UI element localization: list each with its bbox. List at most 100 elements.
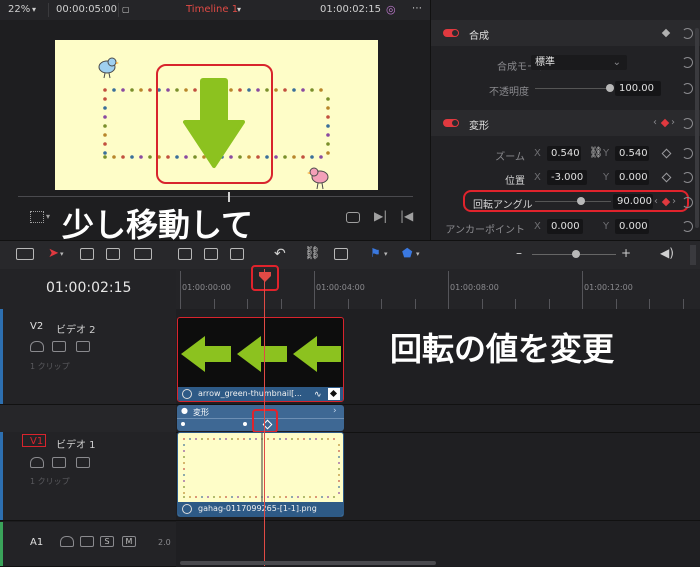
end-icon[interactable]: |◀ — [400, 209, 413, 223]
disable-track-icon[interactable] — [76, 341, 90, 352]
lock-icon[interactable] — [30, 457, 44, 468]
reset-icon[interactable] — [682, 118, 693, 129]
auto-select-icon[interactable] — [52, 341, 66, 352]
transform-section-header[interactable]: 変形 ‹ › — [431, 110, 700, 136]
keyframe-icon[interactable] — [661, 148, 672, 159]
transform-toggle[interactable] — [443, 119, 459, 127]
flag-dropdown-icon[interactable]: ▾ — [384, 250, 388, 258]
rotation-slider[interactable] — [535, 201, 611, 202]
link-icon[interactable]: ⛓ — [589, 146, 603, 159]
next-frame-icon[interactable]: ▶| — [374, 209, 387, 223]
lock-icon[interactable] — [60, 536, 74, 547]
composite-section-header[interactable]: 合成 — [431, 20, 700, 46]
rotation-slider-knob[interactable] — [577, 197, 585, 205]
solo-button[interactable]: S — [100, 536, 114, 547]
opacity-slider[interactable] — [535, 88, 611, 89]
mute-button[interactable]: M — [122, 536, 136, 547]
more-options-icon[interactable]: ⋯ — [412, 3, 422, 14]
audio-level: 2.0 — [158, 538, 171, 547]
auto-select-icon[interactable] — [80, 536, 94, 547]
replace-clip-icon[interactable] — [230, 248, 244, 260]
keyframe-dot[interactable] — [243, 422, 247, 426]
reset-icon[interactable] — [682, 148, 693, 159]
flag-icon[interactable]: ⚑ — [370, 246, 381, 260]
insert-clip-icon[interactable] — [178, 248, 192, 260]
link-clips-icon[interactable]: ⛓ — [304, 246, 321, 261]
lock-icon[interactable] — [30, 341, 44, 352]
loop-icon[interactable] — [346, 212, 360, 223]
next-keyframe-icon[interactable]: › — [671, 117, 675, 128]
playhead-line — [264, 269, 265, 566]
reset-icon[interactable] — [682, 28, 693, 39]
track-id: V1 — [30, 436, 44, 447]
reset-icon[interactable] — [682, 221, 693, 232]
transform-overlay-icon[interactable] — [30, 211, 44, 223]
curve-icon[interactable]: ∿ — [314, 390, 322, 400]
keyframe-icon[interactable] — [661, 28, 671, 38]
dynamic-trim-icon[interactable] — [106, 248, 120, 260]
position-y-field[interactable]: 0.000 — [615, 170, 649, 185]
clip-arrow-green[interactable]: arrow_green-thumbnail[... ∿ — [177, 317, 344, 402]
color-wheel-icon[interactable]: ◎ — [386, 3, 396, 16]
reset-icon[interactable] — [682, 172, 693, 183]
ruler-label: 01:00:00:00 — [182, 283, 231, 292]
timeline-ruler[interactable]: 01:00:00:00 01:00:04:00 01:00:08:00 01:0… — [176, 265, 700, 309]
arrow-thumbnail — [181, 336, 341, 372]
anchor-y-field[interactable]: 0.000 — [615, 219, 649, 234]
zoom-x-field[interactable]: 0.540 — [547, 146, 581, 161]
disable-track-icon[interactable] — [76, 457, 90, 468]
marker-icon[interactable]: ⬟ — [402, 246, 412, 260]
opacity-field[interactable]: 100.00 — [615, 81, 661, 96]
selection-tool-icon[interactable]: ➤ — [48, 246, 59, 261]
reset-icon[interactable] — [682, 197, 693, 208]
reset-icon[interactable] — [682, 83, 693, 94]
anchor-label: アンカーポイント — [445, 225, 525, 236]
edit-toolbar: ➤ ▾ ↶ ⛓ ⚑ ▾ ⬟ ▾ – + ◀) — [0, 240, 700, 270]
reset-icon[interactable] — [682, 57, 693, 68]
timeline-chevron-icon[interactable]: ▾ — [237, 5, 241, 14]
overlay-dropdown-icon[interactable]: ▾ — [46, 212, 50, 221]
opacity-slider-knob[interactable] — [606, 84, 614, 92]
timeline-dropdown-icon[interactable]: ▢ — [122, 5, 130, 14]
keyframe-icon[interactable] — [661, 172, 672, 183]
composite-title: 合成 — [469, 31, 489, 42]
clip-speed-icon — [182, 504, 192, 514]
keyframe-dot[interactable] — [181, 422, 185, 426]
auto-select-icon[interactable] — [52, 457, 66, 468]
inspector-scrollbar[interactable] — [695, 28, 699, 228]
zoom-in-icon[interactable]: + — [621, 246, 631, 260]
marker-dropdown-icon[interactable]: ▾ — [416, 250, 420, 258]
zoom-level[interactable]: 22% — [8, 4, 30, 15]
anchor-x-field[interactable]: 0.000 — [547, 219, 583, 234]
timeline-zoom-knob[interactable] — [572, 250, 580, 258]
position-x-field[interactable]: -3.000 — [547, 170, 587, 185]
keyframe-toggle-icon[interactable] — [328, 388, 340, 400]
overwrite-clip-icon[interactable] — [204, 248, 218, 260]
zoom-y-field[interactable]: 0.540 — [615, 146, 649, 161]
transform-title: 変形 — [469, 121, 489, 132]
timeline-view-icon[interactable] — [16, 248, 34, 260]
timeline-scrollbar[interactable] — [180, 561, 436, 565]
selection-dropdown-icon[interactable]: ▾ — [60, 250, 64, 258]
prev-keyframe-icon[interactable]: ‹ — [653, 117, 657, 128]
rotation-label: 回転アングル — [473, 200, 533, 211]
clip-gahag-png[interactable]: gahag-0117099265-[1-1].png — [177, 432, 344, 517]
zoom-out-icon[interactable]: – — [516, 246, 522, 260]
bird-illustration-bottom-right — [307, 167, 329, 190]
timeline-name[interactable]: Timeline 1 — [186, 4, 238, 15]
next-keyframe-icon[interactable]: › — [672, 196, 676, 207]
rotation-field[interactable]: 90.000 — [613, 194, 653, 209]
blade-tool-icon[interactable] — [134, 248, 152, 260]
keyframe-strip-chevron-icon[interactable]: › — [333, 406, 337, 416]
scrub-bar[interactable] — [18, 196, 413, 197]
zoom-dropdown-icon[interactable]: ▾ — [32, 5, 36, 14]
snapping-icon[interactable]: ↶ — [274, 246, 286, 262]
blend-mode-select[interactable]: 標準 ⌄ — [531, 55, 627, 70]
position-lock-icon[interactable] — [334, 248, 348, 260]
prev-keyframe-icon[interactable]: ‹ — [654, 196, 658, 207]
trim-tool-icon[interactable] — [80, 248, 94, 260]
current-timecode: 01:00:02:15 — [320, 4, 382, 15]
keyframe-icon[interactable] — [660, 118, 670, 128]
composite-toggle[interactable] — [443, 29, 459, 37]
speaker-icon[interactable]: ◀) — [660, 246, 674, 260]
